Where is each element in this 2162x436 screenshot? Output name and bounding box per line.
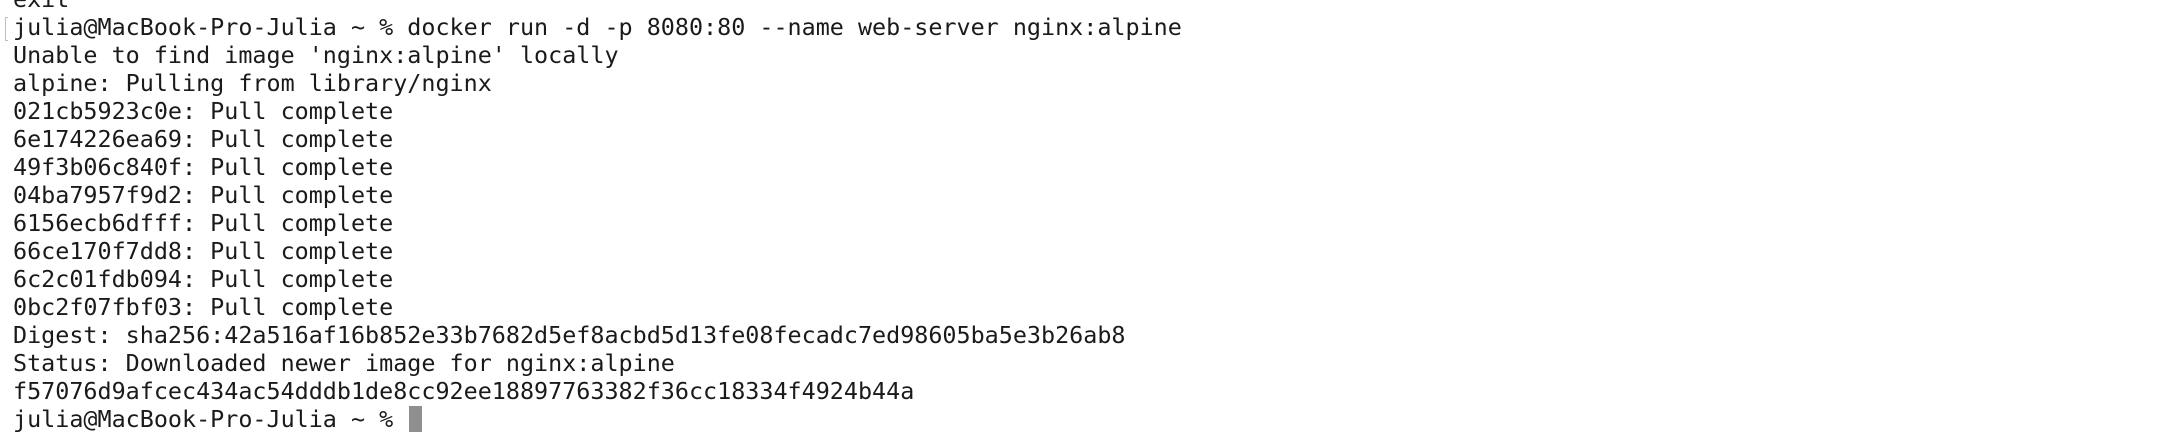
output-line: 6156ecb6dfff: Pull complete — [13, 209, 394, 237]
text-cursor — [409, 406, 423, 432]
output-line: 04ba7957f9d2: Pull complete — [13, 181, 394, 209]
output-line: alpine: Pulling from library/nginx — [13, 69, 492, 97]
output-line: 0bc2f07fbf03: Pull complete — [13, 293, 394, 321]
command-marker — [5, 17, 8, 41]
output-line: 6c2c01fdb094: Pull complete — [13, 265, 394, 293]
output-line: exit — [13, 0, 2162, 13]
output-line: Unable to find image 'nginx:alpine' loca… — [13, 41, 619, 69]
output-line: 6e174226ea69: Pull complete — [13, 125, 394, 153]
digest-line: Digest: sha256:42a516af16b852e33b7682d5e… — [13, 321, 1126, 349]
command-line: julia@MacBook-Pro-Julia ~ % docker run -… — [13, 13, 1182, 41]
terminal-output: exit julia@MacBook-Pro-Julia ~ % docker … — [13, 0, 2162, 433]
container-id-line: f57076d9afcec434ac54dddb1de8cc92ee188977… — [13, 377, 915, 405]
output-line: 49f3b06c840f: Pull complete — [13, 153, 394, 181]
shell-prompt: julia@MacBook-Pro-Julia ~ % — [13, 405, 408, 433]
output-line: 021cb5923c0e: Pull complete — [13, 97, 394, 125]
terminal-window[interactable]: exit julia@MacBook-Pro-Julia ~ % docker … — [0, 0, 2162, 436]
output-line: 66ce170f7dd8: Pull complete — [13, 237, 394, 265]
status-line: Status: Downloaded newer image for nginx… — [13, 349, 675, 377]
prompt-line[interactable]: julia@MacBook-Pro-Julia ~ % — [13, 405, 2162, 433]
